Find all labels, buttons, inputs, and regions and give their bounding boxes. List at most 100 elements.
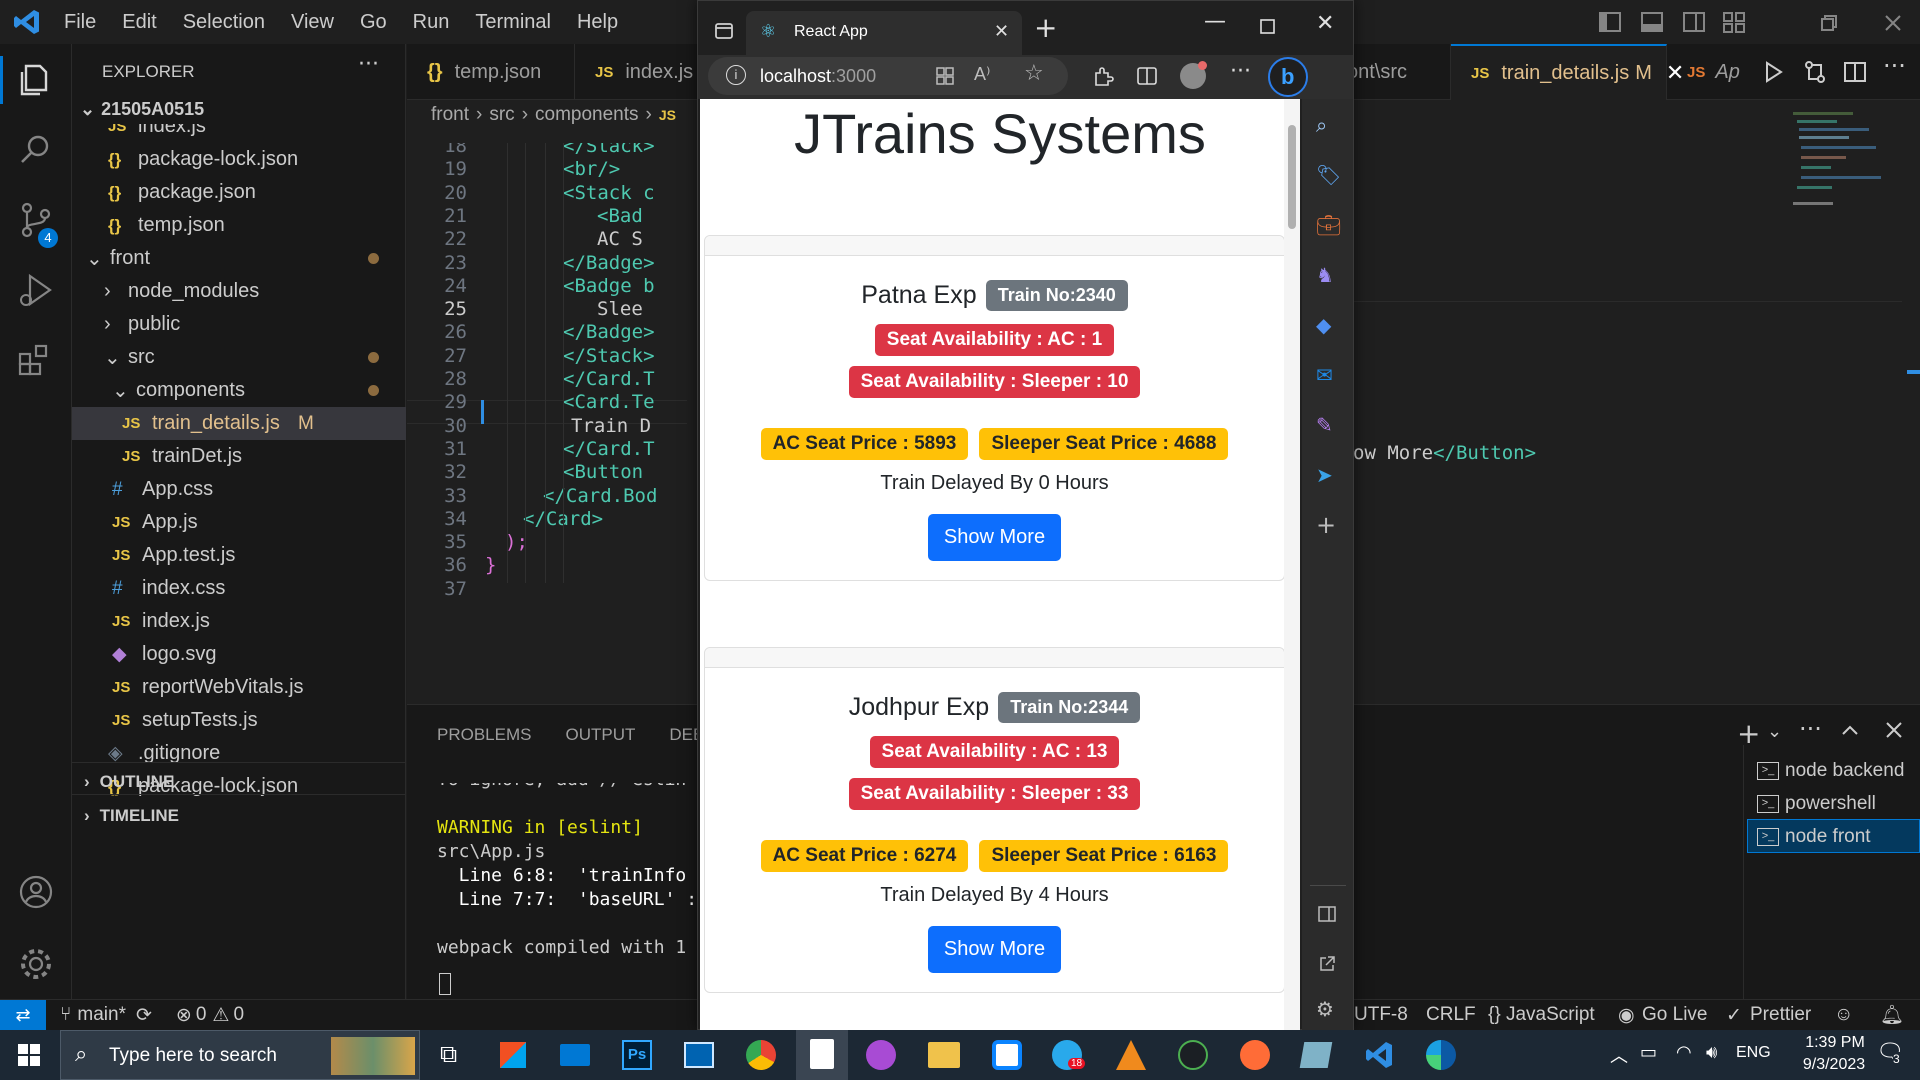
menu-view[interactable]: View	[291, 11, 334, 34]
branch-name[interactable]: main*	[77, 1004, 126, 1026]
file-tree-item[interactable]: ◆ logo.svg	[112, 638, 217, 671]
show-more-button[interactable]: Show More	[927, 514, 1062, 561]
battery-icon[interactable]: ▭	[1640, 1042, 1657, 1063]
settings-gear-icon[interactable]	[14, 942, 58, 986]
volume-icon[interactable]: 🔊︎	[1706, 1042, 1717, 1063]
run-debug-icon[interactable]	[14, 268, 58, 312]
show-more-button[interactable]: Show More	[927, 926, 1062, 973]
toggle-panel-icon[interactable]	[1640, 10, 1664, 34]
page-scrollbar[interactable]	[1284, 99, 1300, 1031]
sidebar-settings-gear-icon[interactable]: ⚙	[1316, 997, 1334, 1021]
explorer-more-actions-icon[interactable]: ···	[358, 52, 379, 77]
postman-icon[interactable]	[1240, 1040, 1270, 1070]
file-tree-item[interactable]: › public	[104, 308, 180, 341]
extensions-puzzle-icon[interactable]	[1092, 65, 1114, 87]
vscode-taskbar-icon[interactable]	[1364, 1040, 1394, 1070]
taskbar-search-box[interactable]: ⌕ Type here to search	[60, 1030, 420, 1080]
file-tree-item[interactable]: ◈ .gitignore	[108, 737, 220, 770]
favorite-star-icon[interactable]: ☆	[1024, 61, 1044, 86]
microsoft-store-icon[interactable]	[500, 1042, 526, 1068]
tab-app-js[interactable]: JS Ap	[1667, 44, 1740, 100]
panel-tab-output[interactable]: OUTPUT	[565, 725, 635, 744]
open-external-icon[interactable]	[1318, 955, 1336, 973]
photoshop-icon[interactable]: Ps	[622, 1040, 652, 1070]
open-changes-icon[interactable]	[1803, 60, 1827, 84]
clock-date[interactable]: 9/3/2023	[1794, 1056, 1874, 1074]
outline-section[interactable]: › OUTLINE	[84, 772, 174, 792]
workspace-root[interactable]: ⌄ 21505A0515	[80, 99, 204, 120]
toggle-secondary-sidebar-icon[interactable]	[1682, 10, 1706, 34]
cloud-app-icon[interactable]	[992, 1040, 1022, 1070]
language-mode-status[interactable]: {} JavaScript	[1488, 1004, 1595, 1026]
hide-sidebar-icon[interactable]	[1318, 905, 1336, 923]
tab-partial[interactable]: ont\src	[1347, 44, 1451, 100]
site-info-icon[interactable]: i	[726, 65, 746, 85]
terminal-dropdown-icon[interactable]: ⌄	[1767, 721, 1782, 742]
clock-time[interactable]: 1:39 PM	[1800, 1034, 1870, 1052]
wifi-icon[interactable]: ◠	[1676, 1042, 1692, 1063]
breadcrumb-item[interactable]: front	[431, 104, 469, 125]
chrome-icon[interactable]	[746, 1040, 776, 1070]
address-bar[interactable]: i localhost:3000	[708, 57, 1068, 95]
telegram-icon[interactable]: 18	[1052, 1040, 1086, 1070]
menu-file[interactable]: File	[64, 11, 96, 34]
remote-indicator-icon[interactable]: ⇄	[0, 999, 46, 1031]
breadcrumb-item[interactable]: src	[489, 104, 514, 125]
designer-icon[interactable]: ✎	[1316, 413, 1333, 437]
close-window-icon[interactable]	[1884, 14, 1902, 32]
language-indicator[interactable]: ENG	[1736, 1044, 1771, 1062]
new-terminal-icon[interactable]: +	[1737, 717, 1760, 750]
menu-terminal[interactable]: Terminal	[475, 11, 551, 34]
timeline-section[interactable]: › TIMELINE	[84, 806, 179, 826]
close-browser-tab-icon[interactable]: ✕	[994, 21, 1009, 42]
terminal-list-item[interactable]: >_ powershell	[1757, 793, 1876, 815]
file-tree-item[interactable]: JS setupTests.js	[112, 704, 258, 737]
errors-icon[interactable]: ⊗	[176, 1004, 192, 1027]
eol-status[interactable]: CRLF	[1426, 1004, 1476, 1026]
close-browser-icon[interactable]: ✕	[1316, 11, 1334, 36]
explorer-icon[interactable]	[14, 58, 58, 102]
drop-send-icon[interactable]: ➤	[1316, 463, 1333, 487]
notifications-bell-icon[interactable]: 🔔︎	[1880, 1003, 1904, 1027]
desktop-app-icon[interactable]	[684, 1042, 714, 1068]
notes-app-icon[interactable]	[1299, 1042, 1333, 1068]
menu-run[interactable]: Run	[413, 11, 450, 34]
read-aloud-icon[interactable]: A⁾	[974, 64, 990, 85]
microsoft-365-icon[interactable]: ◆	[1316, 313, 1331, 337]
shopping-tag-icon[interactable]: 🏷︎	[1316, 163, 1341, 187]
tab-train-details-js[interactable]: JS train_details.js M ✕	[1451, 44, 1684, 100]
editor-more-actions-icon[interactable]: ···	[1883, 52, 1906, 80]
browser-tab-react-app[interactable]: ⚛ React App ✕	[746, 11, 1022, 55]
customize-layout-icon[interactable]	[1722, 10, 1746, 34]
encoding-status[interactable]: UTF-8	[1354, 1004, 1408, 1026]
sync-icon[interactable]: ⟳	[136, 1004, 152, 1027]
file-tree-item[interactable]: {} temp.json	[108, 209, 225, 242]
task-view-icon[interactable]: ⧉	[440, 1040, 457, 1068]
tab-temp-json[interactable]: {} temp.json	[407, 44, 575, 100]
minimize-browser-icon[interactable]: —	[1204, 9, 1226, 34]
minimap[interactable]	[1787, 102, 1881, 222]
add-sidebar-app-icon[interactable]: +	[1316, 511, 1336, 539]
file-tree-item[interactable]: JS index.js	[108, 124, 206, 143]
restore-window-icon[interactable]	[1820, 14, 1838, 32]
tools-briefcase-icon[interactable]: 💼︎	[1316, 213, 1341, 237]
scrollbar-thumb[interactable]	[1288, 125, 1296, 229]
app-available-icon[interactable]	[936, 67, 954, 85]
file-tree-item[interactable]: JS trainDet.js	[122, 440, 242, 473]
purple-app-icon[interactable]	[866, 1040, 896, 1070]
file-tree-item[interactable]: {} package-lock.json	[108, 143, 298, 176]
split-editor-icon[interactable]	[1843, 60, 1867, 84]
tab-actions-icon[interactable]	[714, 21, 734, 41]
accounts-icon[interactable]	[14, 870, 58, 914]
file-tree-item[interactable]: ⌄ components	[112, 374, 245, 407]
menu-go[interactable]: Go	[360, 11, 387, 34]
mail-icon[interactable]	[560, 1044, 590, 1066]
web-page-viewport[interactable]: JTrains Systems Patna Exp Train No:2340 …	[700, 99, 1300, 1031]
vlc-icon[interactable]	[1116, 1040, 1146, 1070]
menu-selection[interactable]: Selection	[183, 11, 265, 34]
file-tree-item[interactable]: JS train_details.js	[72, 407, 406, 440]
split-screen-icon[interactable]	[1136, 65, 1158, 87]
edge-browser-icon[interactable]	[1426, 1040, 1456, 1070]
prettier-status[interactable]: Prettier	[1750, 1004, 1811, 1026]
panel-more-actions-icon[interactable]: ···	[1799, 715, 1822, 743]
